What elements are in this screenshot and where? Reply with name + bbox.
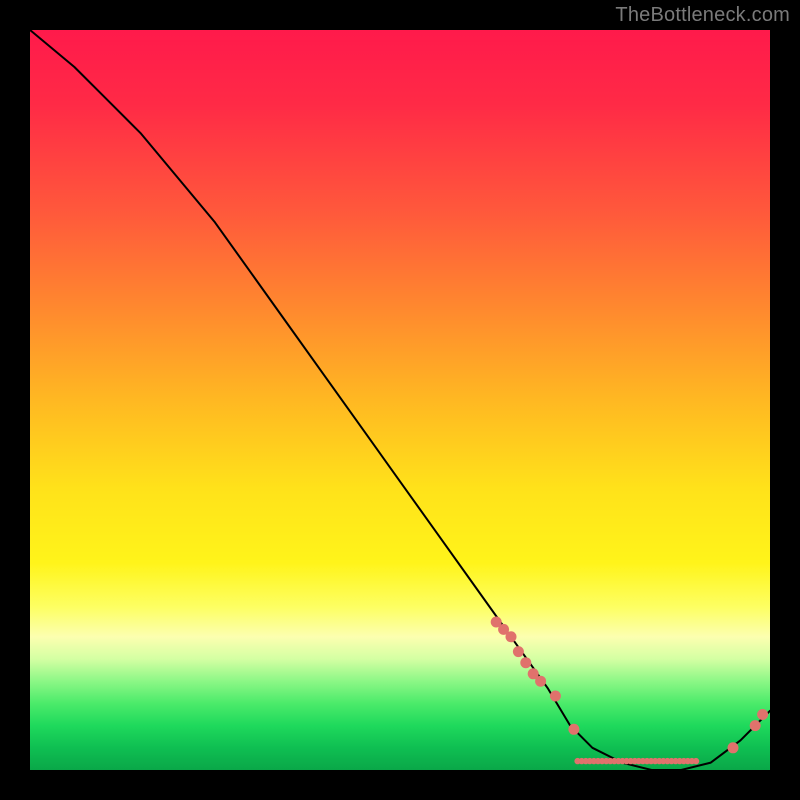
bottleneck-curve [30,30,770,770]
data-point [535,676,546,687]
data-point [568,724,579,735]
points-layer [491,617,768,754]
data-point [513,646,524,657]
data-point [520,657,531,668]
plot-area [30,30,770,770]
bottom-cluster-point [693,758,699,764]
data-point [750,720,761,731]
plot-svg [30,30,770,770]
chart-stage: TheBottleneck.com [0,0,800,800]
data-point [550,691,561,702]
curve-layer [30,30,770,770]
data-point [728,742,739,753]
data-point [757,709,768,720]
watermark-text: TheBottleneck.com [615,4,790,27]
data-point [506,631,517,642]
bottom-cluster-layer [574,758,699,764]
